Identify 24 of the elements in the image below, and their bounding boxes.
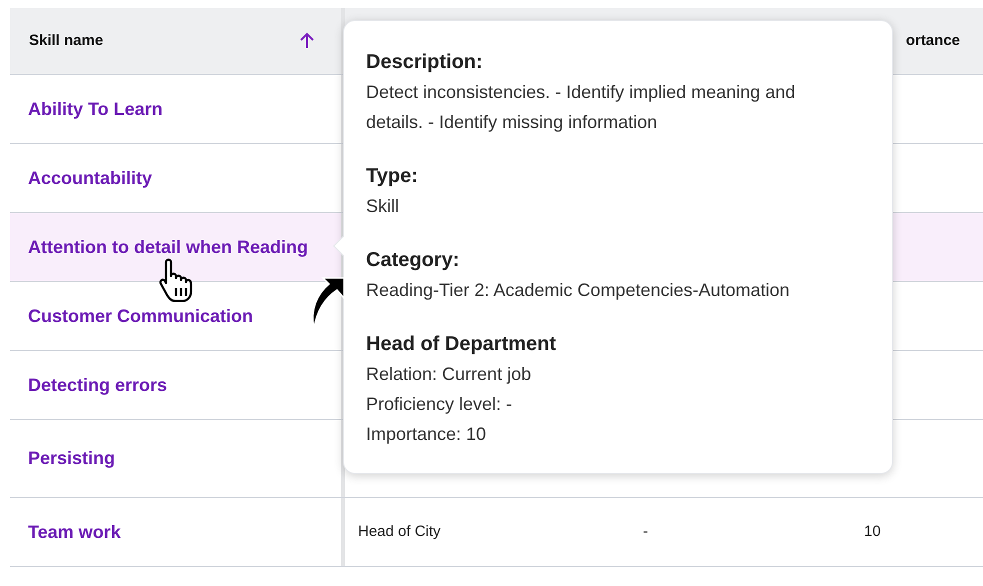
skill-link[interactable]: Accountability [28,164,152,192]
column-header[interactable]: Skill name [29,30,104,52]
skill-link[interactable]: Attention to detail when Reading [28,234,308,260]
tooltip-heading: Type: [366,164,418,189]
tooltip-text: Detect inconsistencies. - Identify implied meaning and details. - Identify missing information [366,81,796,134]
skill-link[interactable]: Persisting [28,445,116,472]
table-cell: Head of City [358,523,441,540]
tooltip-text: Relation: Current job [366,363,532,386]
tooltip-text: Proficiency level: - [366,393,512,416]
skill-link[interactable]: Customer Communication [28,302,254,330]
table-row[interactable]: Team work Head of City - 10 [10,498,983,567]
skill-link[interactable]: Ability To Learn [28,96,163,122]
sort-arrow-icon[interactable] [299,31,315,51]
tooltip-text: Skill [366,195,400,218]
tooltip-text: Importance: 10 [366,423,486,446]
column-header[interactable]: ortance [906,30,960,52]
tooltip-heading: Description: [366,50,483,75]
skill-link[interactable]: Detecting errors [28,372,168,398]
tooltip-heading: Category: [366,248,460,273]
tooltip-text: Reading-Tier 2: Academic Competencies-Automation [366,279,790,302]
table-cell: - [643,523,648,540]
tooltip-heading: Head of Department [366,332,556,357]
skill-link[interactable]: Team work [28,518,121,546]
table-cell: 10 [864,523,881,540]
